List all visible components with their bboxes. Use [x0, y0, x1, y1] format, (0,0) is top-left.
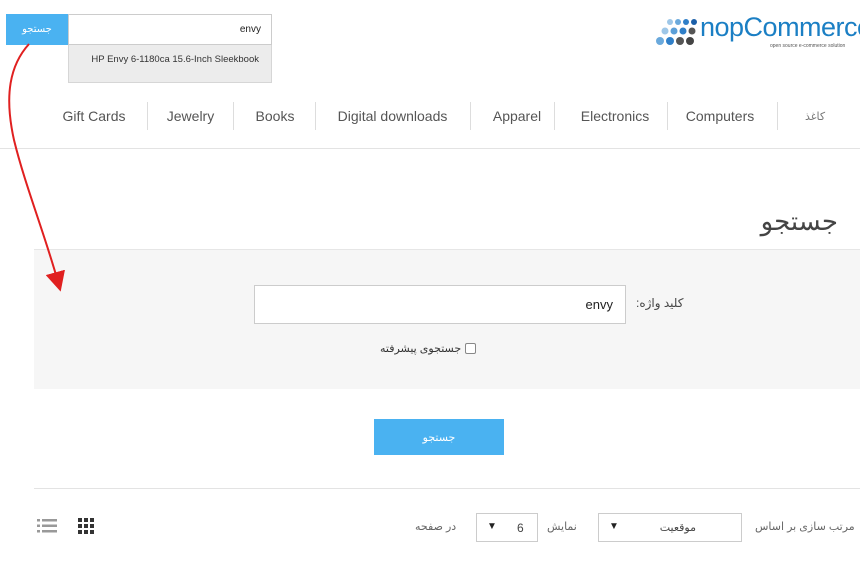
display-label: نمایش: [547, 521, 577, 533]
header-search-input[interactable]: envy: [68, 14, 272, 45]
nav-item-books[interactable]: Books: [240, 96, 310, 136]
nav-separator: [315, 102, 316, 130]
logo-tagline: open source e-commerce solution: [770, 43, 846, 49]
autocomplete-suggestion[interactable]: HP Envy 6-1180ca 15.6-Inch Sleekbook: [68, 45, 272, 83]
nav-item-computers[interactable]: Computers: [670, 96, 770, 136]
sort-by-select[interactable]: موقعیت ▼: [598, 513, 742, 542]
divider: [34, 488, 860, 489]
search-submit-button[interactable]: جستجو: [374, 419, 504, 455]
nav-item-digital-downloads[interactable]: Digital downloads: [320, 96, 465, 136]
nav-item-gift-cards[interactable]: Gift Cards: [48, 96, 140, 136]
logo-text: nopCommerce: [700, 12, 860, 42]
nav-separator: [777, 102, 778, 130]
page-size-select[interactable]: 6 ▼: [476, 513, 538, 542]
sort-by-label: مرتب سازی بر اساس: [755, 521, 855, 533]
page-title: جستجو: [760, 207, 838, 237]
header-search-button[interactable]: جستجو: [6, 14, 68, 45]
advanced-search-checkbox[interactable]: [465, 343, 477, 354]
keyword-input[interactable]: envy: [254, 285, 626, 324]
per-page-label: در صفحه: [415, 521, 457, 533]
dropdown-arrow-icon: ▼: [487, 521, 497, 532]
grid-view-icon[interactable]: [78, 518, 94, 534]
divider: [0, 148, 860, 149]
list-view-icon[interactable]: [37, 518, 57, 534]
advanced-search-label: جستجوی پیشرفته: [380, 343, 462, 355]
page-size-value: 6: [517, 521, 524, 535]
nav-separator: [470, 102, 471, 130]
nav-item-paper[interactable]: کاغذ: [790, 96, 840, 136]
nav-item-electronics[interactable]: Electronics: [565, 96, 665, 136]
nav-separator: [233, 102, 234, 130]
nav-separator: [554, 102, 555, 130]
sort-by-value: موقعیت: [659, 522, 696, 534]
nav-item-apparel[interactable]: Apparel: [480, 96, 554, 136]
nav-item-jewelry[interactable]: Jewelry: [153, 96, 228, 136]
keyword-label: کلید واژه:: [636, 296, 684, 310]
advanced-search-row[interactable]: جستجوی پیشرفته: [380, 342, 477, 355]
top-menu: کاغذ Computers Electronics Apparel Digit…: [0, 96, 860, 136]
logo-dots-icon: [656, 19, 697, 45]
nav-separator: [667, 102, 668, 130]
nav-separator: [147, 102, 148, 130]
dropdown-arrow-icon: ▼: [609, 521, 619, 532]
